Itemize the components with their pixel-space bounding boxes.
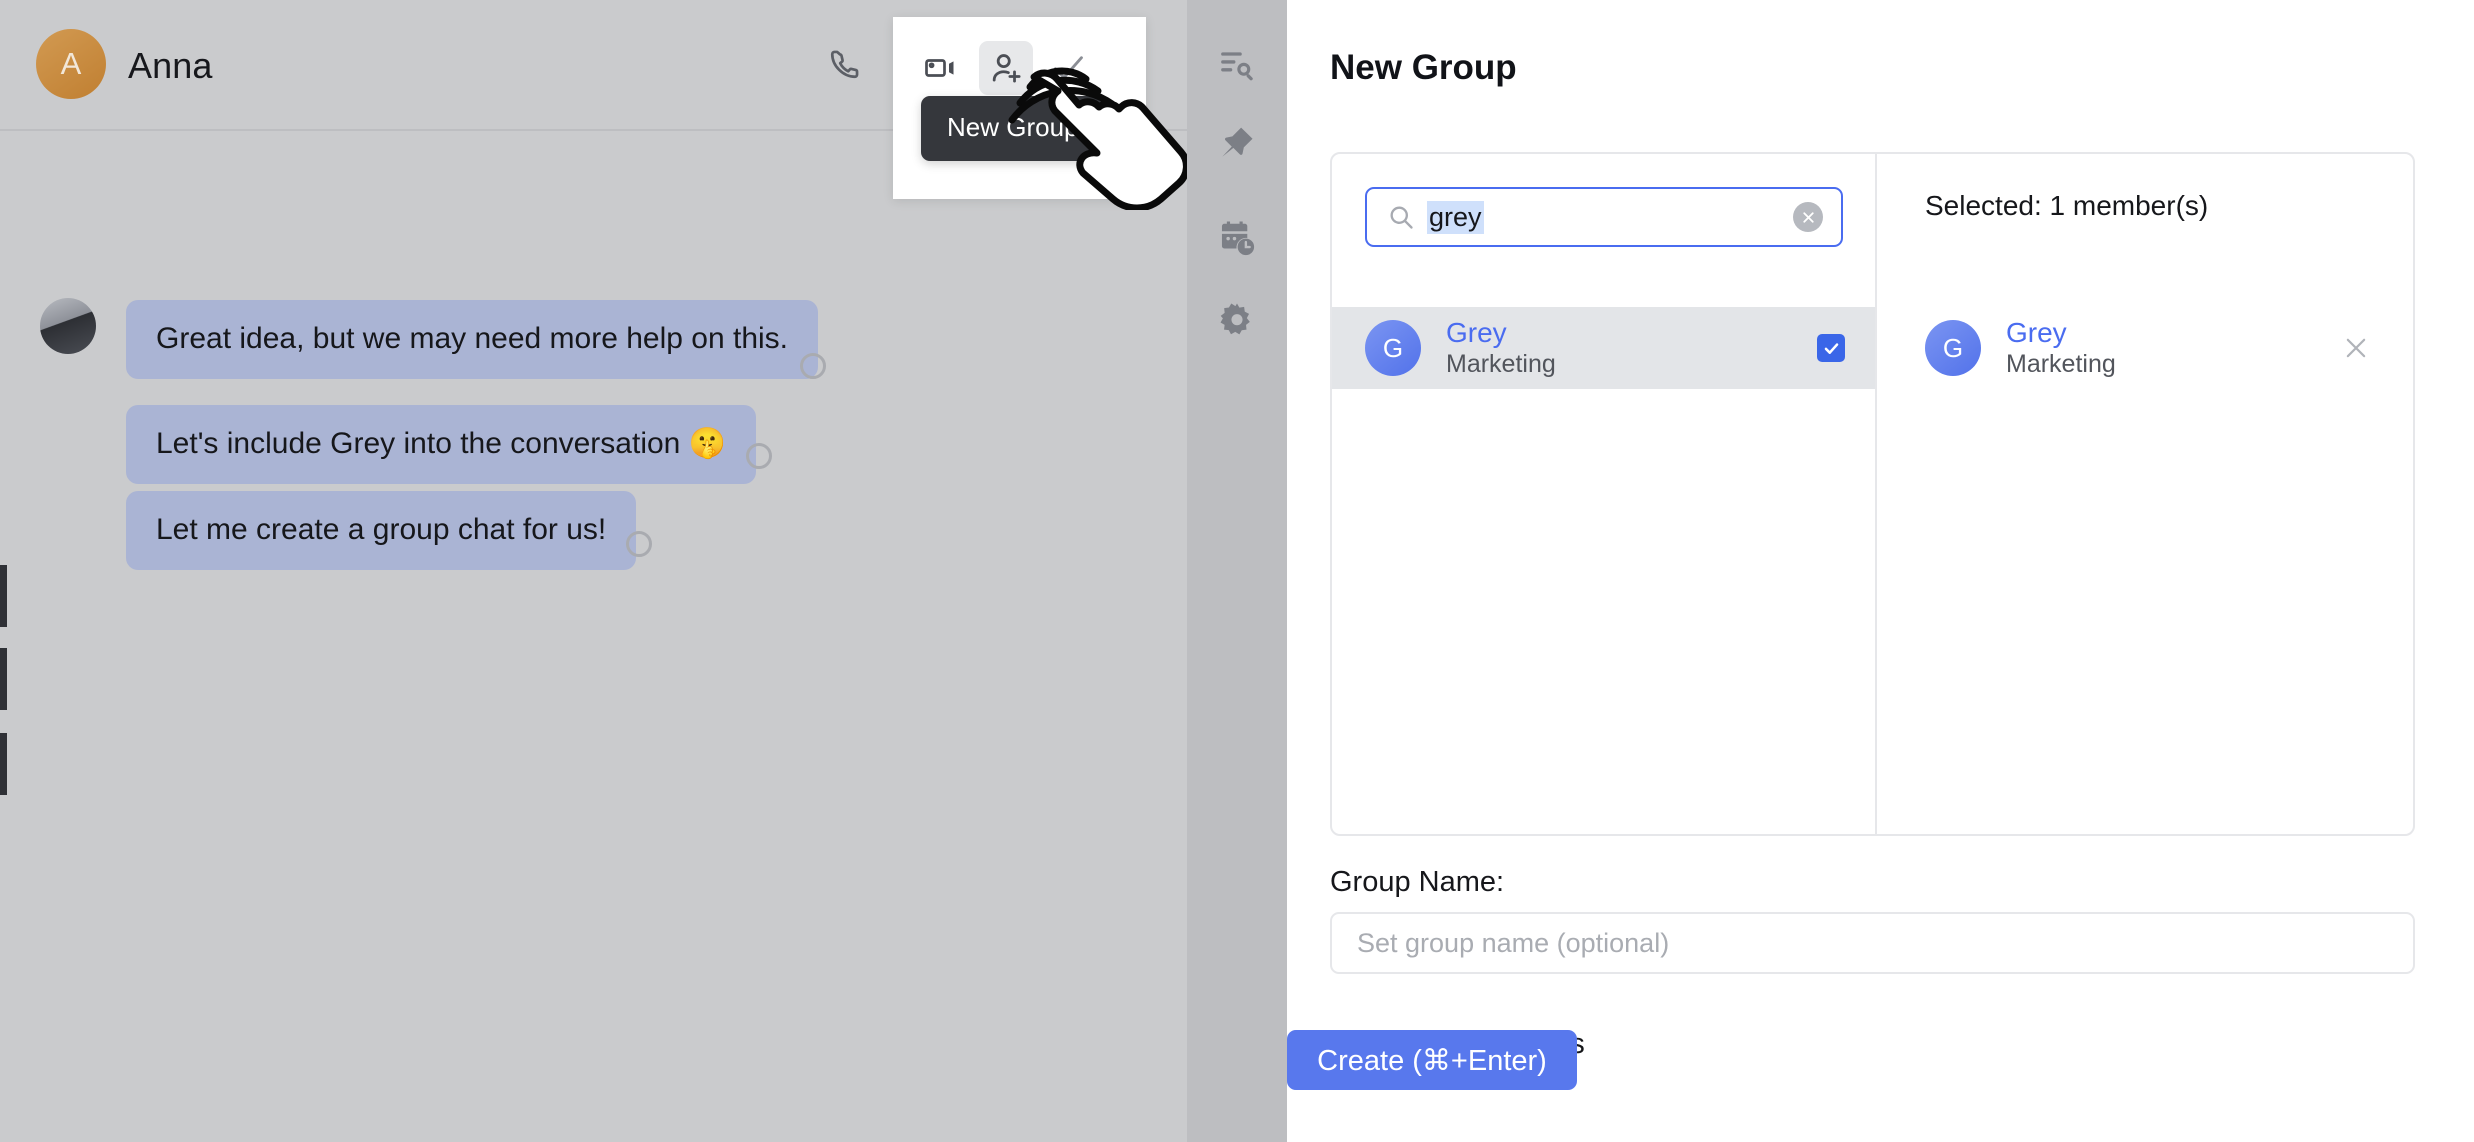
selected-members-column: Selected: 1 member(s) G Grey Marketing	[1877, 154, 2413, 834]
member-role: Marketing	[1446, 349, 1556, 378]
list-item[interactable]: G Grey Marketing	[1332, 307, 1875, 389]
selected-count-label: Selected: 1 member(s)	[1925, 190, 2209, 221]
group-name-placeholder: Set group name (optional)	[1357, 927, 1670, 958]
page-title: New Group	[1330, 48, 1517, 87]
contact-name: Anna	[128, 45, 213, 86]
search-list-icon[interactable]	[1214, 42, 1260, 88]
message-status-icon	[626, 531, 652, 557]
search-input[interactable]: grey	[1365, 187, 1843, 247]
avatar-initial: G	[1942, 332, 1964, 363]
member-name: Grey	[2006, 317, 2067, 349]
icon-rail	[1187, 0, 1287, 1142]
left-edge-sliver	[0, 648, 7, 710]
add-person-icon[interactable]	[979, 41, 1033, 95]
message-bubble[interactable]: Let me create a group chat for us!	[126, 491, 637, 570]
member-name: Grey	[1446, 317, 1507, 349]
message-status-icon	[746, 443, 772, 469]
clear-search-icon[interactable]	[1793, 202, 1823, 232]
app-window: A Anna Great idea, but we may need more …	[0, 0, 2474, 1142]
list-item: G Grey Marketing	[1877, 307, 2413, 389]
avatar: G	[1925, 320, 1981, 376]
message-text: Let me create a group chat for us!	[156, 513, 607, 546]
avatar-initial: G	[1382, 332, 1404, 363]
message-bubble[interactable]: Let's include Grey into the conversation…	[126, 405, 757, 484]
chat-pane: A Anna Great idea, but we may need more …	[0, 0, 1190, 1142]
group-name-input[interactable]: Set group name (optional)	[1330, 912, 2415, 974]
remove-member-icon[interactable]	[2339, 331, 2373, 365]
tooltip: New Group	[921, 96, 1105, 161]
sender-avatar	[40, 298, 96, 354]
list-item-text: Grey Marketing	[1446, 318, 1556, 377]
message-status-icon	[800, 353, 826, 379]
new-group-panel: New Group grey G Grey Marketing Selected…	[1287, 0, 2474, 1142]
avatar: A	[36, 29, 106, 99]
list-item-text: Grey Marketing	[2006, 318, 2116, 377]
member-picker: grey G Grey Marketing Selected: 1 member…	[1330, 152, 2415, 836]
avatar: G	[1365, 320, 1421, 376]
avatar-initial: A	[60, 46, 82, 81]
pin-icon[interactable]	[1214, 120, 1260, 166]
member-role: Marketing	[2006, 349, 2116, 378]
left-edge-sliver	[0, 565, 7, 627]
message-text: Let's include Grey into the conversation…	[156, 427, 727, 460]
member-search-column: grey G Grey Marketing	[1332, 154, 1877, 834]
check-icon[interactable]	[1045, 45, 1091, 91]
member-checkbox[interactable]	[1817, 334, 1845, 362]
search-value: grey	[1427, 200, 1484, 234]
phone-icon[interactable]	[822, 41, 868, 87]
search-icon	[1387, 203, 1415, 231]
video-camera-icon[interactable]	[917, 45, 963, 91]
left-edge-sliver	[0, 733, 7, 795]
group-name-label: Group Name:	[1330, 866, 1505, 898]
create-button[interactable]: Create (⌘+Enter)	[1287, 1030, 1577, 1090]
message-bubble[interactable]: Great idea, but we may need more help on…	[126, 300, 819, 379]
calendar-clock-icon[interactable]	[1214, 215, 1260, 261]
message-text: Great idea, but we may need more help on…	[156, 322, 789, 355]
gear-icon[interactable]	[1214, 297, 1260, 343]
